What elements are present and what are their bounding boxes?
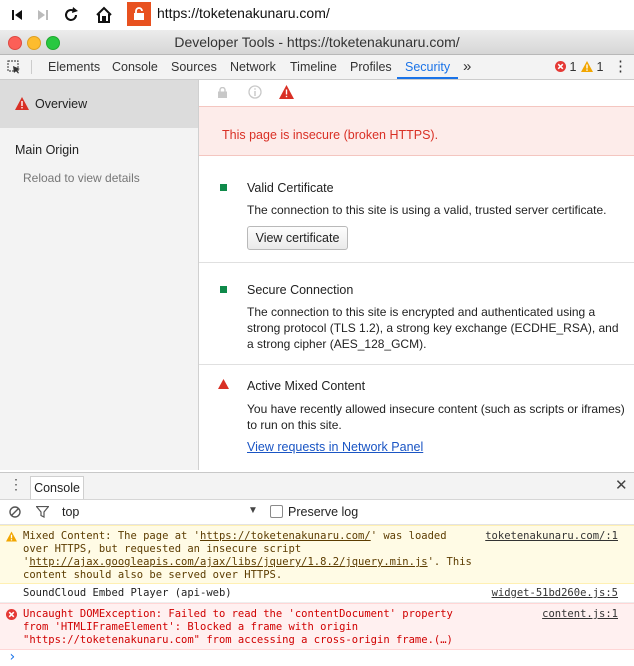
- secure-status-marker: [220, 184, 227, 191]
- insecure-state-icon: [279, 85, 294, 99]
- main-origin-heading: Main Origin: [15, 143, 79, 157]
- home-icon[interactable]: [93, 4, 115, 26]
- broken-lock-icon[interactable]: [127, 2, 151, 26]
- sidebar-item-overview[interactable]: Overview: [0, 80, 198, 128]
- connection-description: The connection to this site is encrypted…: [247, 305, 619, 351]
- error-icon: [555, 61, 566, 72]
- warning-icon: [581, 61, 593, 72]
- error-count-badge[interactable]: 1: [555, 55, 576, 79]
- console-filter-bar: top ▼ Preserve log: [0, 500, 634, 525]
- window-title: Developer Tools - https://toketenakunaru…: [174, 34, 460, 50]
- customize-menu-icon[interactable]: ⋮: [613, 55, 628, 79]
- filter-icon[interactable]: [36, 506, 49, 518]
- secure-status-marker: [220, 286, 227, 293]
- insecure-status-marker-icon: [218, 379, 229, 389]
- certificate-section: Valid Certificate The connection to this…: [199, 168, 634, 263]
- warning-icon: [6, 531, 17, 542]
- more-tabs-button[interactable]: »: [463, 55, 471, 79]
- view-certificate-button[interactable]: View certificate: [247, 226, 348, 250]
- connection-section: Secure Connection The connection to this…: [199, 270, 634, 365]
- preserve-log-label: Preserve log: [288, 505, 359, 519]
- sidebar-item-overview-label: Overview: [35, 97, 88, 111]
- tab-console[interactable]: Console: [112, 55, 158, 79]
- console-error-message: Uncaught DOMException: Failed to read th…: [0, 603, 634, 650]
- error-text: Uncaught DOMException: Failed to read th…: [23, 608, 460, 646]
- tab-elements[interactable]: Elements: [48, 55, 100, 79]
- console-messages: Mixed Content: The page at 'https://toke…: [0, 525, 634, 666]
- preserve-log-checkbox[interactable]: [270, 505, 283, 518]
- context-dropdown-chevron-icon[interactable]: ▼: [248, 505, 258, 516]
- tab-timeline[interactable]: Timeline: [290, 55, 337, 79]
- error-icon: [6, 609, 17, 620]
- console-log-message: SoundCloud Embed Player (api-web) widget…: [0, 583, 634, 603]
- browser-toolbar: https://toketenakunaru.com/: [0, 0, 634, 31]
- reload-icon[interactable]: [60, 4, 82, 26]
- clear-console-icon[interactable]: [9, 506, 21, 518]
- drawer-tab-console[interactable]: Console: [30, 476, 84, 499]
- toolbar-divider: [31, 60, 32, 74]
- mixed-content-title: Active Mixed Content: [247, 379, 366, 393]
- console-prompt[interactable]: ›: [8, 649, 16, 665]
- warning-text-prefix: Mixed Content: The page at ': [23, 530, 201, 542]
- execution-context-select[interactable]: top: [62, 505, 79, 519]
- devtools-title-bar: Developer Tools - https://toketenakunaru…: [0, 30, 634, 55]
- secure-lock-icon: [218, 87, 227, 98]
- error-count: 1: [569, 60, 577, 74]
- devtools-tab-bar: Elements Console Sources Network Timelin…: [0, 55, 634, 80]
- insecure-banner-text: This page is insecure (broken HTTPS).: [222, 128, 439, 142]
- url-text[interactable]: https://toketenakunaru.com/: [157, 5, 330, 21]
- certificate-title: Valid Certificate: [247, 181, 334, 195]
- insecure-banner: This page is insecure (broken HTTPS).: [199, 106, 634, 156]
- tab-profiles[interactable]: Profiles: [350, 55, 392, 79]
- certificate-description: The connection to this site is using a v…: [247, 203, 607, 217]
- reload-hint: Reload to view details: [23, 171, 140, 185]
- connection-title: Secure Connection: [247, 283, 354, 297]
- mixed-content-description: You have recently allowed insecure conte…: [247, 402, 625, 432]
- warning-source-link[interactable]: toketenakunaru.com/:1: [485, 530, 618, 542]
- inspect-element-icon[interactable]: [7, 60, 21, 74]
- mixed-content-section: Active Mixed Content You have recently a…: [199, 372, 634, 468]
- log-text: SoundCloud Embed Player (api-web): [23, 587, 232, 599]
- warning-count: 1: [596, 60, 604, 74]
- drawer-toolbar: ⋮ Console ✕: [0, 472, 634, 500]
- info-icon: [248, 85, 262, 99]
- warning-text: Mixed Content: The page at 'https://toke…: [23, 530, 473, 582]
- view-network-requests-link[interactable]: View requests in Network Panel: [247, 440, 423, 454]
- console-warning-message: Mixed Content: The page at 'https://toke…: [0, 525, 634, 584]
- security-overview-panel: This page is insecure (broken HTTPS). Va…: [199, 80, 634, 470]
- log-source-link[interactable]: widget-51bd260e.js:5: [492, 587, 618, 599]
- back-to-start-icon[interactable]: [6, 4, 28, 26]
- security-sidebar: Overview Main Origin Reload to view deta…: [0, 80, 199, 470]
- forward-icon[interactable]: [32, 4, 54, 26]
- tab-sources[interactable]: Sources: [171, 55, 217, 79]
- drawer-menu-icon[interactable]: ⋮: [9, 476, 23, 493]
- close-drawer-icon[interactable]: ✕: [615, 476, 628, 494]
- tab-security[interactable]: Security: [397, 55, 459, 79]
- insecure-warning-icon: [15, 97, 29, 110]
- address-bar[interactable]: https://toketenakunaru.com/: [127, 2, 634, 28]
- warning-script-link[interactable]: http://ajax.googleapis.com/ajax/libs/jqu…: [29, 556, 427, 568]
- error-source-link[interactable]: content.js:1: [542, 608, 618, 620]
- warning-page-link[interactable]: https://toketenakunaru.com/: [200, 530, 371, 542]
- security-state-icons: [199, 80, 634, 104]
- tab-network[interactable]: Network: [230, 55, 276, 79]
- warning-count-badge[interactable]: 1: [581, 55, 603, 79]
